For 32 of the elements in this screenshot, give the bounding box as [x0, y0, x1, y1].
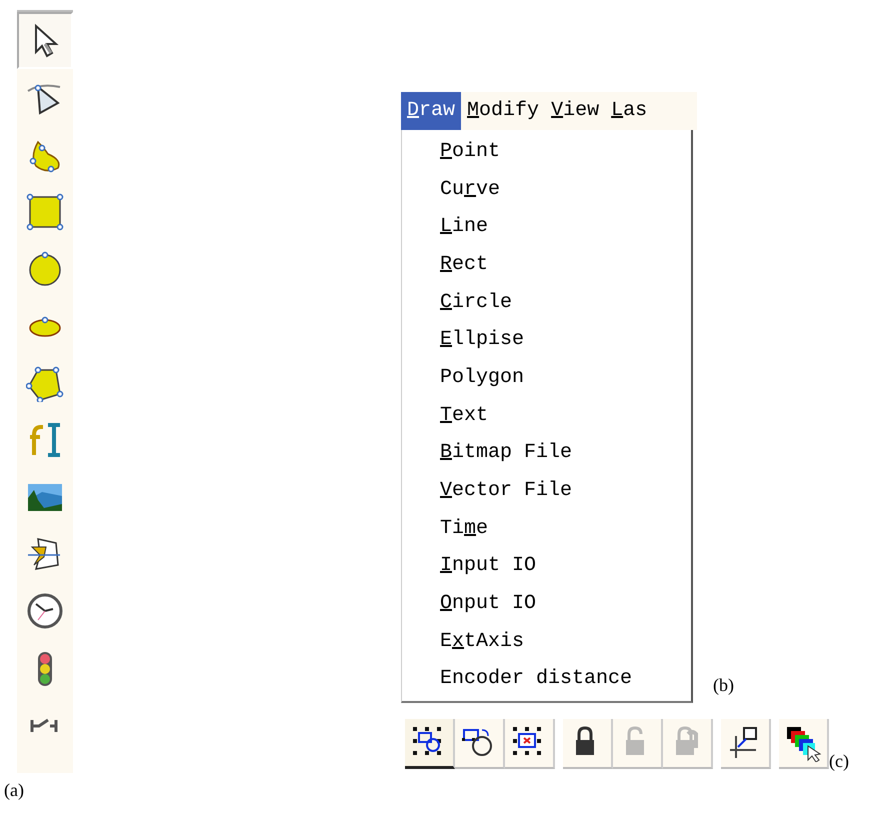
menu-item[interactable]: Point [440, 133, 500, 171]
menu-item[interactable]: Time [440, 510, 488, 548]
toolbar-button[interactable] [505, 719, 555, 770]
menu-title[interactable]: Draw [401, 92, 462, 130]
menu-item[interactable]: Rect [440, 246, 488, 284]
menu-item[interactable]: Encoder distance [440, 660, 632, 698]
tool-button[interactable] [17, 12, 73, 69]
figure-caption: (c) [829, 750, 849, 774]
toolbar-button[interactable] [405, 719, 455, 770]
menu-item[interactable]: Onput IO [440, 585, 536, 623]
toolbar-button[interactable] [779, 719, 829, 770]
menu-item[interactable]: Input IO [440, 548, 536, 586]
menu-item[interactable]: Vector File [440, 472, 572, 510]
menu-item[interactable]: Circle [440, 284, 512, 322]
toolbar-button[interactable] [455, 719, 505, 770]
menu-title[interactable]: Modify [461, 92, 546, 130]
menu-item[interactable]: Curve [440, 170, 500, 208]
color-layers-icon [784, 724, 822, 762]
rectangle-icon [26, 192, 64, 230]
menu-item[interactable]: Bitmap File [440, 434, 572, 472]
menu-item[interactable]: Ellpise [440, 321, 524, 360]
toolbar-button[interactable] [563, 719, 613, 770]
menu-item[interactable]: Line [440, 208, 488, 246]
figure-caption: (b) [713, 674, 734, 698]
menu-item[interactable]: Text [440, 396, 488, 434]
toolbar-button[interactable] [721, 719, 771, 770]
menu-title[interactable]: Las [605, 92, 654, 130]
clock-icon [26, 592, 64, 630]
menu-title[interactable]: View [545, 92, 606, 130]
figure-caption: (a) [4, 779, 25, 802]
menu-item[interactable]: ExtAxis [440, 622, 524, 661]
menu-item[interactable]: Polygon [440, 359, 524, 397]
